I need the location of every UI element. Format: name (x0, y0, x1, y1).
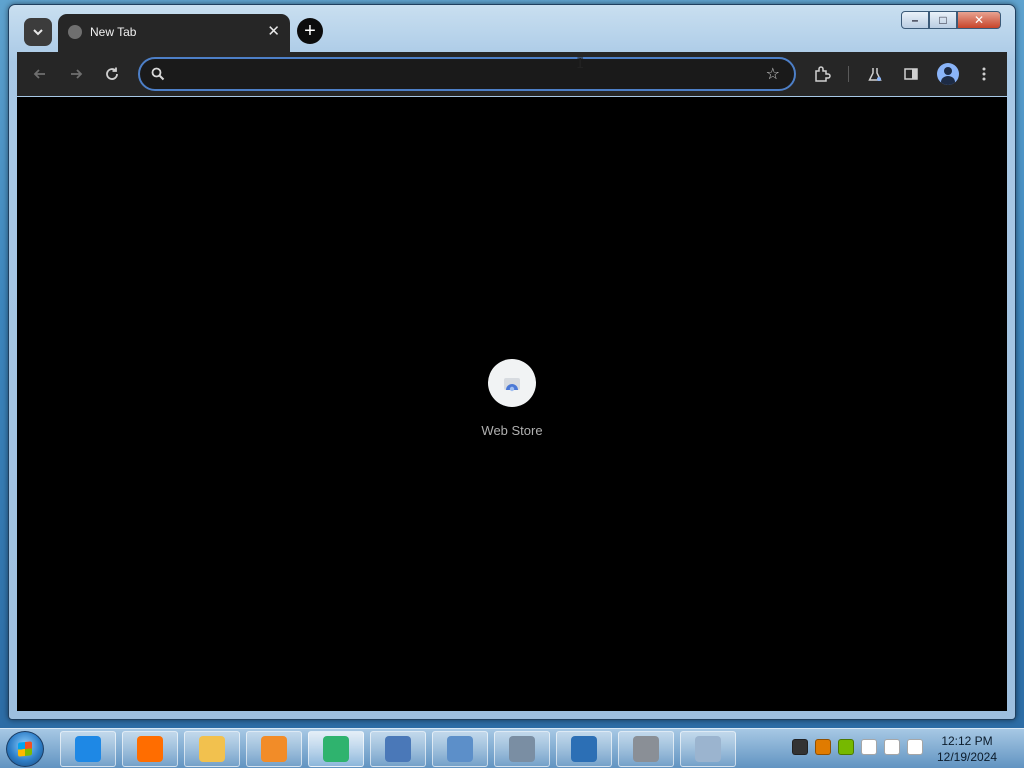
search-tray-icon[interactable] (815, 739, 831, 755)
labs-flask-icon[interactable] (865, 64, 885, 84)
close-tab-icon[interactable]: ✕ (267, 22, 280, 40)
taskbar-button-network-printer[interactable] (494, 731, 550, 767)
server-manager-icon (633, 736, 659, 762)
kebab-menu-icon[interactable] (974, 64, 994, 84)
globe-icon (68, 25, 82, 39)
search-icon (151, 67, 165, 81)
reload-icon[interactable] (102, 64, 122, 84)
clock-time: 12:12 PM (941, 734, 993, 748)
start-button[interactable] (6, 731, 44, 767)
browser-toolbar: ☆ (17, 52, 1007, 96)
avatar-head (944, 67, 952, 75)
clock-date: 12/19/2024 (936, 750, 998, 764)
maximize-button[interactable]: □ (929, 11, 957, 29)
address-bar[interactable]: ☆ (138, 57, 796, 91)
taskbar-button-computer-management[interactable] (370, 731, 426, 767)
close-window-button[interactable]: ✕ (957, 11, 1001, 29)
taskbar-button-file-explorer[interactable] (184, 731, 240, 767)
side-panel-icon[interactable] (901, 64, 921, 84)
system-tray (792, 739, 923, 755)
flag-tray-icon[interactable] (884, 739, 900, 755)
taskbar-button-media-player[interactable] (246, 731, 302, 767)
taskbar-button-server-manager[interactable] (618, 731, 674, 767)
profile-avatar-icon[interactable] (937, 63, 959, 85)
media-player-icon (261, 736, 287, 762)
new-tab-page: Web Store (17, 97, 1007, 711)
toolbar-divider (848, 66, 849, 82)
network-printer-icon (509, 736, 535, 762)
taskbar-button-internet-explorer[interactable] (60, 731, 116, 767)
firefox-icon (137, 736, 163, 762)
chrome-like-app-icon (323, 736, 349, 762)
file-explorer-icon (199, 736, 225, 762)
window-controls: – □ ✕ (901, 11, 1001, 29)
taskbar-button-disc-utility[interactable] (680, 731, 736, 767)
taskbar-button-control-panel[interactable] (432, 731, 488, 767)
extensions-puzzle-icon[interactable] (812, 64, 832, 84)
taskbar-button-chrome-like-app[interactable] (308, 731, 364, 767)
shortcut-label: Web Store (481, 423, 543, 438)
web-store-icon (488, 359, 536, 407)
forward-arrow-icon[interactable] (66, 64, 86, 84)
bookmark-star-icon[interactable]: ☆ (766, 64, 780, 84)
clock[interactable]: 12:12 PM 12/19/2024 (932, 733, 1002, 765)
minimize-button[interactable]: – (901, 11, 929, 29)
taskbar: 12:12 PM 12/19/2024 (0, 728, 1024, 768)
avatar-body (941, 76, 955, 85)
taskbar-button-firefox[interactable] (122, 731, 178, 767)
tab-title: New Tab (90, 25, 137, 39)
powershell-shield-icon (571, 736, 597, 762)
disc-utility-icon (695, 736, 721, 762)
network-tray-icon[interactable] (861, 739, 877, 755)
internet-explorer-icon (75, 736, 101, 762)
camera-tray-icon[interactable] (792, 739, 808, 755)
tab-new-tab[interactable]: New Tab ✕ (58, 14, 290, 52)
new-tab-button[interactable]: + (297, 18, 323, 44)
taskbar-button-powershell-shield[interactable] (556, 731, 612, 767)
chevron-down-icon (33, 29, 43, 36)
nvidia-tray-icon[interactable] (838, 739, 854, 755)
control-panel-icon (447, 736, 473, 762)
computer-management-icon (385, 736, 411, 762)
back-arrow-icon[interactable] (30, 64, 50, 84)
tab-search-button[interactable] (24, 18, 52, 46)
text-cursor-icon: I (576, 56, 585, 72)
shortcut-web-store[interactable]: Web Store (471, 359, 553, 449)
address-input[interactable] (174, 65, 754, 83)
volume-muted-tray-icon[interactable] (907, 739, 923, 755)
